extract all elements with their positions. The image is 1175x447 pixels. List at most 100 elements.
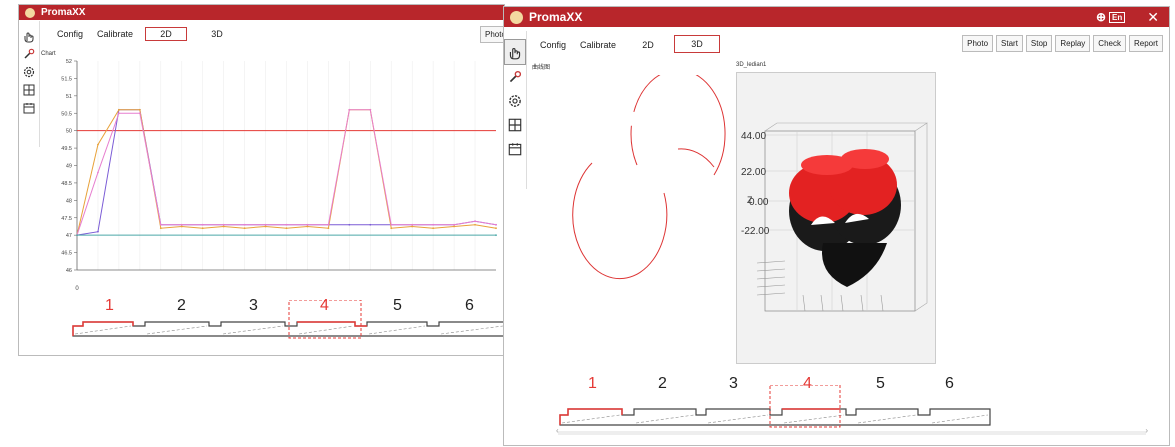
- hand-pointer-icon[interactable]: [504, 39, 526, 65]
- y-tick-label: 47.5: [61, 216, 72, 222]
- z-tick-label: -22.00: [741, 226, 770, 237]
- y-tick-label: 49: [66, 164, 72, 170]
- report-button[interactable]: Report: [1128, 35, 1163, 52]
- data-point: [243, 223, 246, 226]
- y-tick-label: 49.5: [61, 146, 72, 152]
- data-point: [180, 225, 183, 228]
- line-chart: Chart 52 51.5 51 50.5 50 49.5 49 48.5 48 47.5 47 46.…: [41, 51, 497, 292]
- section-number: 4: [803, 375, 812, 392]
- y-tick-label: 48.5: [61, 181, 72, 187]
- tab-config[interactable]: Config: [536, 37, 570, 53]
- data-point: [306, 225, 309, 228]
- data-point: [390, 227, 393, 230]
- section-number: 3: [249, 297, 258, 314]
- section-number: 5: [876, 375, 885, 392]
- scroll-left-arrow[interactable]: ‹: [556, 426, 559, 435]
- tab-config[interactable]: Config: [53, 27, 87, 40]
- section-number: 5: [393, 297, 402, 314]
- data-point: [348, 223, 351, 226]
- data-point: [327, 227, 330, 230]
- data-point: [201, 223, 204, 226]
- data-point: [432, 223, 435, 226]
- data-point: [348, 108, 351, 111]
- scroll-right-arrow[interactable]: ›: [1145, 426, 1148, 435]
- y-tick-label: 48: [66, 198, 72, 204]
- data-point: [243, 227, 246, 230]
- z-tick-label: 0.00: [749, 197, 769, 208]
- data-point: [327, 223, 330, 226]
- z-tick-label: 22.00: [741, 167, 766, 178]
- 3d-plot: Z 44.00 22.00 0.00 -22.00: [741, 122, 928, 312]
- data-point: [474, 220, 476, 223]
- section-number: 1: [588, 375, 597, 392]
- 3d-panel-label: 3D_ledian1: [736, 62, 767, 68]
- z-tick-label: 44.00: [741, 131, 766, 142]
- tab-calibrate[interactable]: Calibrate: [576, 37, 620, 53]
- tab-2d[interactable]: 2D: [626, 37, 670, 53]
- app-title: PromaXX: [41, 7, 86, 18]
- y-tick-label: 51.5: [61, 76, 72, 82]
- start-button[interactable]: Start: [996, 35, 1023, 52]
- hand-pointer-icon[interactable]: [21, 27, 37, 45]
- data-point: [97, 230, 99, 233]
- y-tick-label: 47: [66, 233, 72, 239]
- tab-calibrate[interactable]: Calibrate: [93, 27, 137, 40]
- globe-icon[interactable]: ⊕: [1096, 10, 1106, 24]
- right-window: PromaXX ⊕ En ✕ Config Calibrate 2D 3D Ph…: [503, 6, 1170, 446]
- title-bar: PromaXX: [19, 5, 504, 20]
- language-button[interactable]: En: [1109, 11, 1126, 23]
- data-point: [285, 223, 288, 226]
- check-button[interactable]: Check: [1093, 35, 1126, 52]
- data-point: [474, 223, 476, 226]
- data-point: [411, 225, 414, 228]
- data-point: [97, 143, 99, 146]
- y-tick-label: 50: [66, 129, 72, 135]
- section-number: 6: [945, 375, 954, 392]
- data-point: [495, 227, 497, 230]
- data-point: [201, 227, 204, 230]
- data-point: [369, 108, 372, 111]
- data-point: [495, 223, 497, 226]
- photo-button[interactable]: Photo: [962, 35, 994, 52]
- grid-icon[interactable]: [505, 113, 525, 137]
- horizontal-scrollbar[interactable]: ‹ ›: [556, 426, 1148, 435]
- tab-2d[interactable]: 2D: [145, 27, 187, 41]
- y-tick-label: 52: [66, 59, 72, 65]
- data-point: [159, 227, 162, 230]
- app-logo-icon: [25, 7, 35, 18]
- data-point: [264, 225, 267, 228]
- close-icon[interactable]: ✕: [1147, 9, 1159, 26]
- y-tick-label: 46.5: [61, 251, 72, 257]
- tab-3d[interactable]: 3D: [197, 27, 237, 40]
- data-point: [76, 234, 78, 237]
- y-tick-label: 46: [66, 268, 72, 274]
- data-point: [411, 223, 414, 226]
- curve-panel-label: 曲线图: [532, 65, 551, 71]
- y-tick-label: 51: [66, 94, 72, 100]
- data-point: [138, 108, 141, 111]
- photo-button[interactable]: Photo: [480, 26, 504, 43]
- data-point: [97, 171, 99, 174]
- chart-title: Chart: [41, 51, 56, 57]
- data-point: [159, 223, 162, 226]
- replay-button[interactable]: Replay: [1055, 35, 1091, 52]
- data-point: [495, 234, 497, 237]
- circle-profile-view: [572, 75, 726, 280]
- title-bar: PromaXX ⊕ En ✕: [504, 7, 1169, 27]
- calendar-icon[interactable]: [505, 137, 525, 161]
- gear-icon[interactable]: [505, 89, 525, 113]
- app-logo-icon: [510, 10, 523, 24]
- profile-outline: [559, 385, 991, 428]
- section-number: 6: [465, 297, 474, 314]
- wrench-icon[interactable]: [505, 65, 525, 89]
- section-number: 2: [177, 297, 186, 314]
- data-point: [453, 223, 455, 226]
- section-number: 3: [729, 375, 738, 392]
- x-tick-label: 0: [75, 286, 79, 292]
- tab-3d[interactable]: 3D: [674, 35, 720, 53]
- data-point: [306, 223, 309, 226]
- data-point: [453, 225, 455, 228]
- stop-button[interactable]: Stop: [1025, 35, 1053, 52]
- data-point: [138, 112, 141, 115]
- section-number: 1: [105, 297, 114, 314]
